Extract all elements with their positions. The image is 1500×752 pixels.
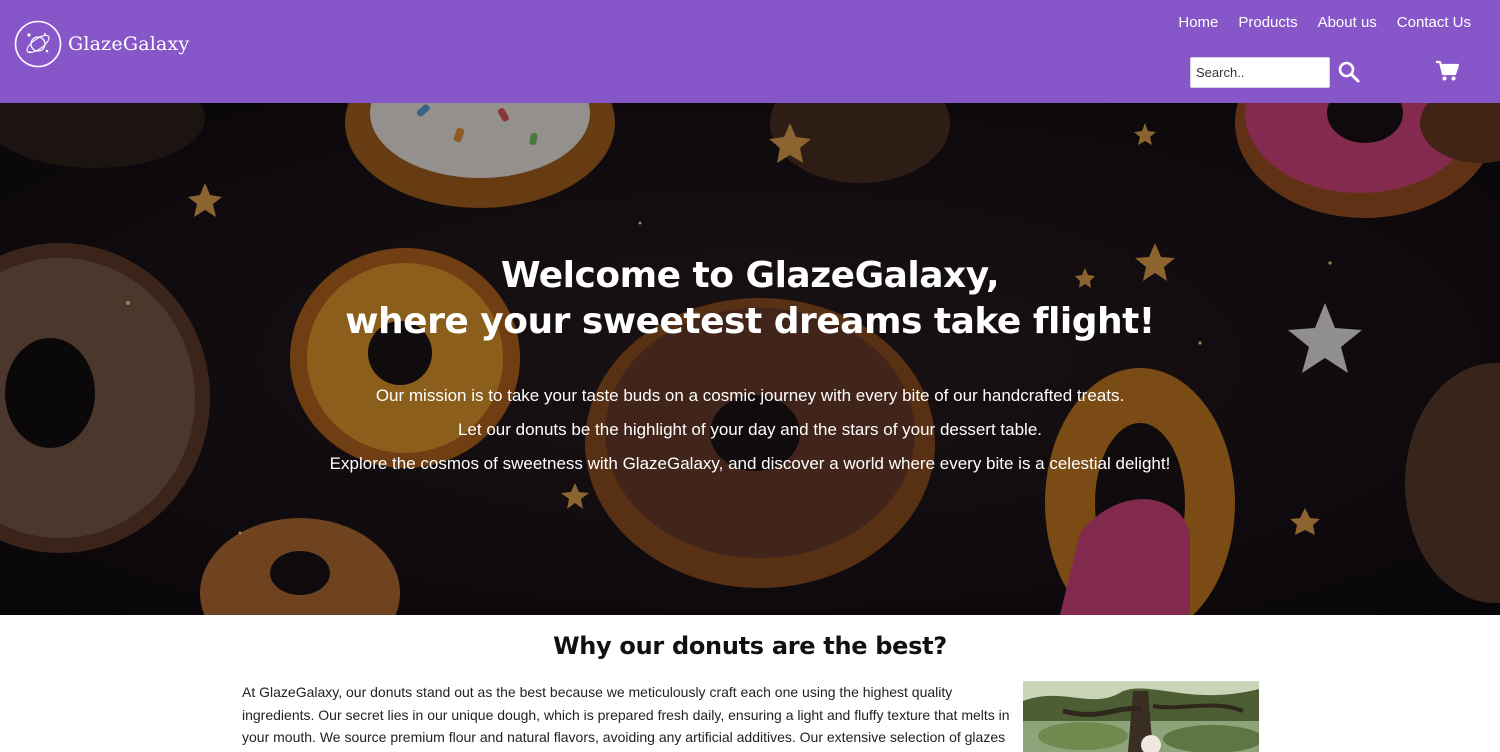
hero-section: Welcome to GlazeGalaxy, where your sweet… [0,103,1500,615]
baker-photo [1023,681,1259,752]
hero-paragraph-mission: Our mission is to take your taste buds o… [375,386,1125,405]
brand-logo-link[interactable]: GlazeGalaxy [14,20,189,68]
why-text-line: ingredients. Our secret lies in our uniq… [242,706,1010,723]
hero-title: Welcome to GlazeGalaxy, where your sweet… [0,253,1500,345]
donut-galaxy-background [0,103,1500,615]
search-icon [1338,61,1360,83]
planet-orbit-icon [14,20,62,68]
hero-title-line2: where your sweetest dreams take flight! [345,301,1155,342]
site-header: GlazeGalaxy Home Products About us Conta… [0,0,1500,103]
why-section-title: Why our donuts are the best? [553,632,947,660]
search-input[interactable] [1190,57,1330,88]
tree-photo-image [1023,681,1259,752]
cart-icon [1436,60,1460,81]
search-button[interactable] [1337,60,1361,84]
main-nav: Home Products About us Contact Us [1178,14,1471,32]
hero-title-line1: Welcome to GlazeGalaxy, [500,255,1000,296]
nav-link-about[interactable]: About us [1318,14,1377,32]
why-section-text: At GlazeGalaxy, our donuts stand out as … [242,681,1024,749]
brand-name: GlazeGalaxy [68,33,190,55]
hero-paragraph-highlight: Let our donuts be the highlight of your … [457,420,1043,439]
cart-button[interactable] [1435,60,1460,82]
nav-link-contact[interactable]: Contact Us [1397,14,1471,32]
nav-link-products[interactable]: Products [1238,14,1297,32]
hero-paragraph-explore: Explore the cosmos of sweetness with Gla… [329,454,1171,473]
why-text-line: your mouth. We source premium flour and … [242,729,1006,745]
nav-link-home[interactable]: Home [1178,14,1218,32]
why-text-line: At GlazeGalaxy, our donuts stand out as … [242,684,953,700]
